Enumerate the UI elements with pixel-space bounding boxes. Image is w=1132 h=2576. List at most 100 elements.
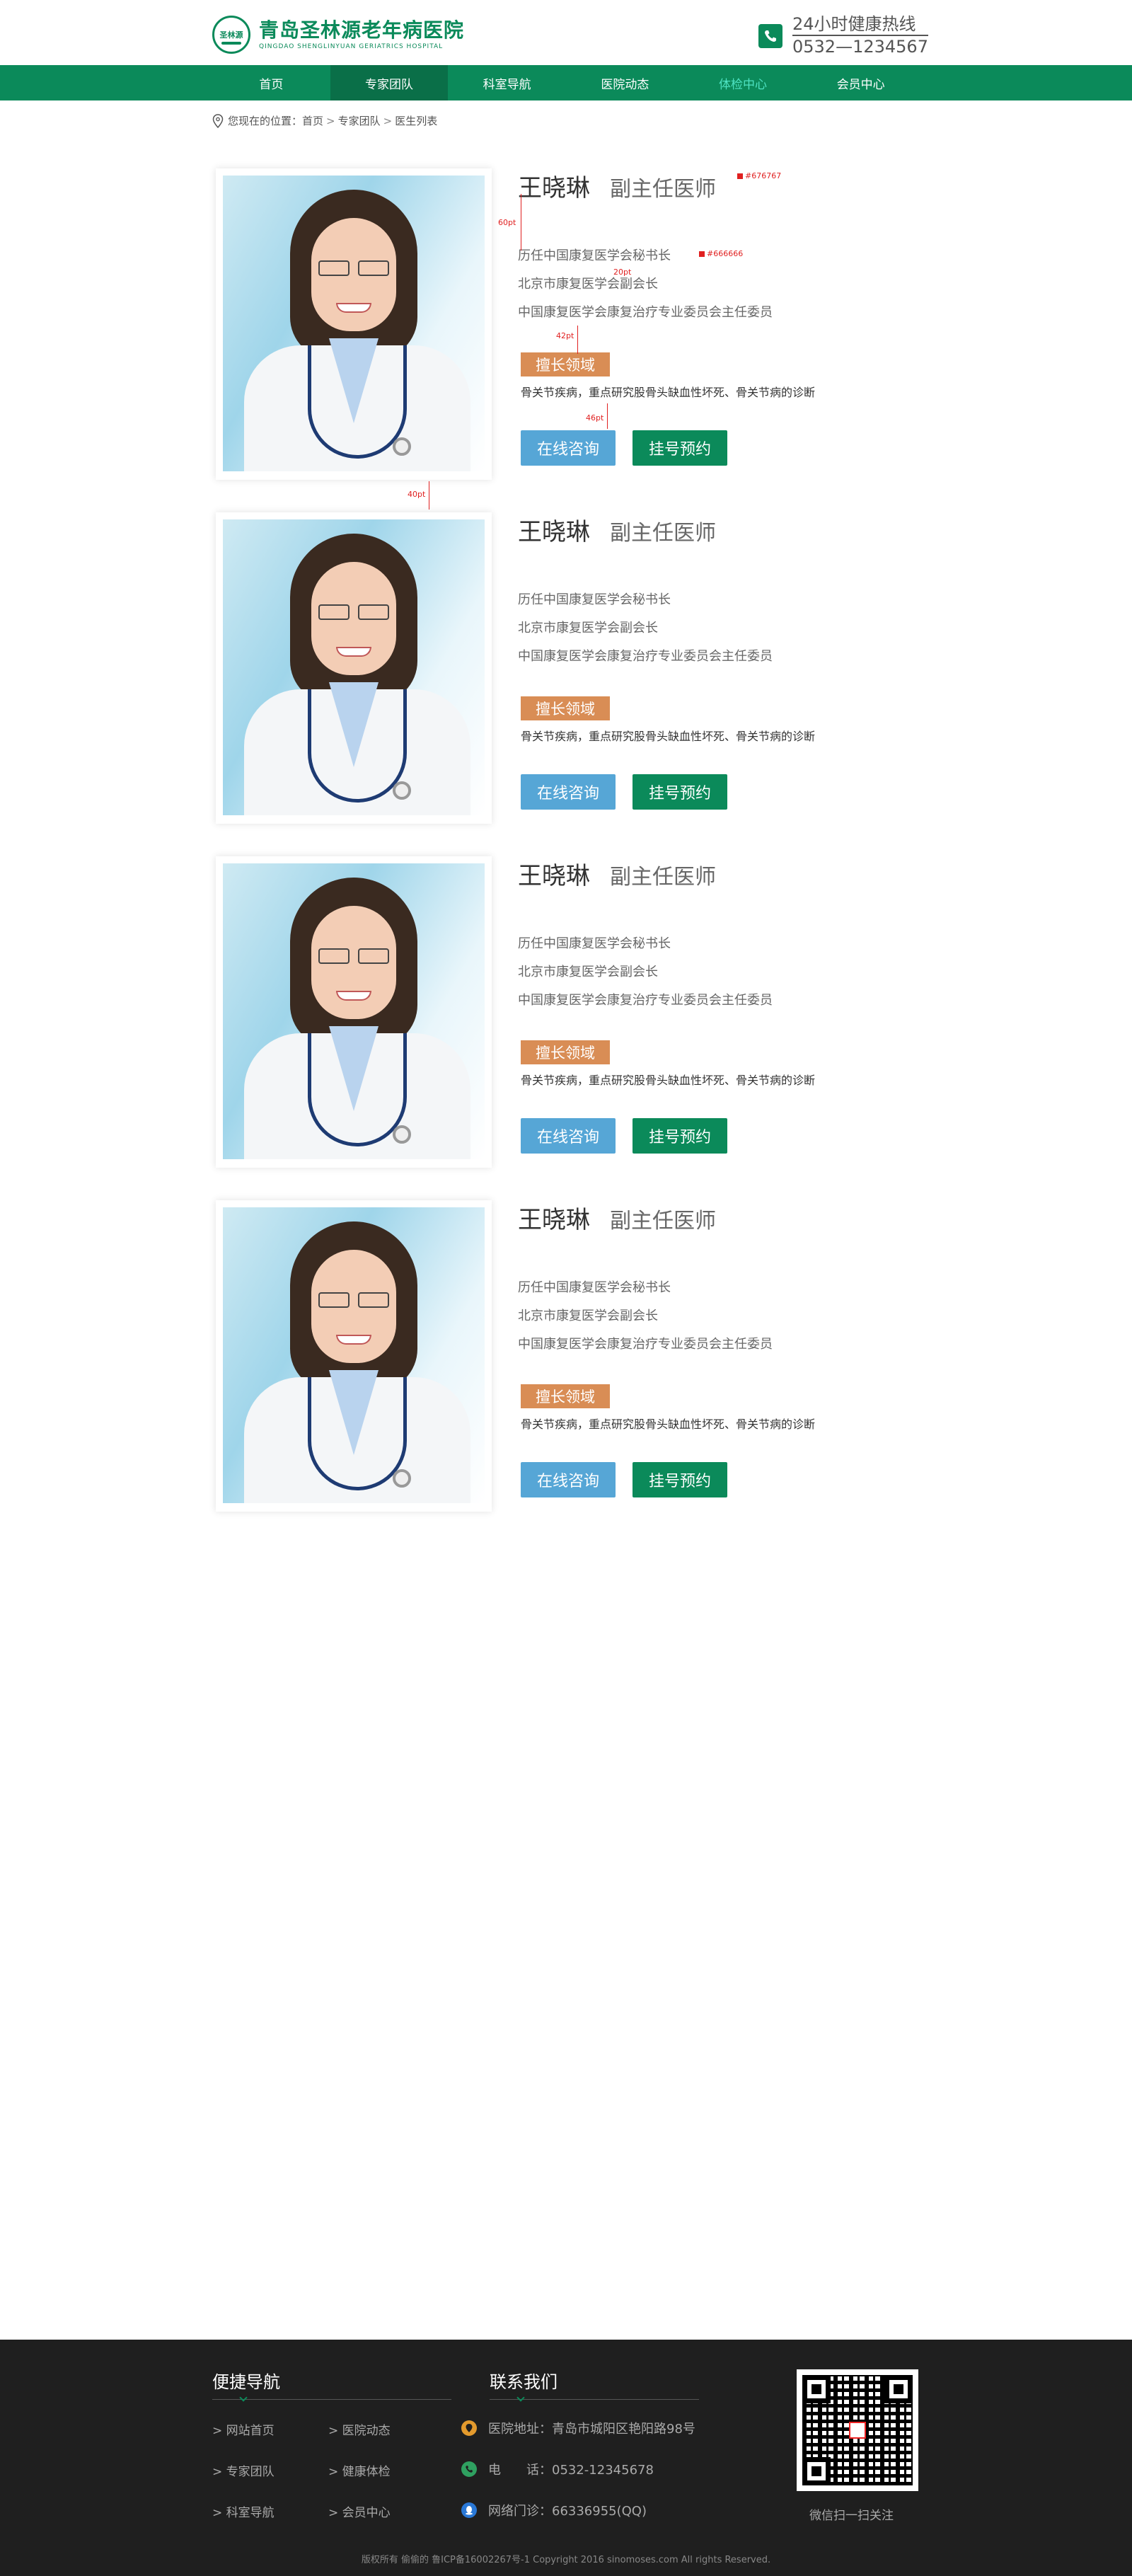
- specialty-tag: 擅长领域: [521, 352, 610, 376]
- book-appointment-button[interactable]: 挂号预约: [633, 774, 727, 810]
- nav-item-experts[interactable]: 专家团队: [330, 65, 449, 100]
- doctor-credential: 历任中国康复医学会秘书长: [518, 592, 671, 607]
- doctor-credential: 北京市康复医学会副会长: [518, 621, 658, 636]
- contact-phone: 电 话：0532-12345678: [461, 2460, 654, 2478]
- main-nav: 首页 专家团队 科室导航 医院动态 体检中心 会员中心: [0, 65, 1132, 100]
- footer-marker-icon: [239, 2393, 248, 2402]
- spec-annotation-color: #666666: [699, 249, 743, 258]
- nav-item-home[interactable]: 首页: [212, 65, 330, 100]
- hotline: 24小时健康热线 0532—1234567: [758, 14, 928, 57]
- specialty-text: 骨关节疾病，重点研究股骨头缺血性坏死、骨关节病的诊断: [521, 386, 816, 399]
- book-appointment-button[interactable]: 挂号预约: [633, 430, 727, 466]
- footer-link-departments[interactable]: > 科室导航: [212, 2502, 275, 2520]
- doctor-credential: 中国康复医学会康复治疗专业委员会主任委员: [518, 305, 773, 320]
- doctor-name[interactable]: 王晓琳: [518, 856, 590, 891]
- doctor-card: 王晓琳 副主任医师 历任中国康复医学会秘书长 北京市康复医学会副会长 中国康复医…: [212, 1200, 920, 1512]
- spec-annotation-gap: 42pt: [556, 331, 574, 340]
- footer-link-experts[interactable]: > 专家团队: [212, 2461, 275, 2479]
- doctor-credential: 北京市康复医学会副会长: [518, 965, 658, 979]
- footer-marker-icon: [516, 2393, 525, 2402]
- doctor-title: 副主任医师: [610, 1209, 716, 1234]
- doctor-photo[interactable]: [216, 856, 492, 1168]
- contact-address: 医院地址：青岛市城阳区艳阳路98号: [461, 2419, 695, 2437]
- copyright-text: 版权所有 偷偷的 鲁ICP备16002267号-1 Copyright 2016…: [361, 2555, 771, 2565]
- breadcrumb-sep: >: [326, 114, 335, 127]
- doctor-photo[interactable]: [216, 512, 492, 824]
- doctor-title: 副主任医师: [610, 177, 716, 202]
- doctor-card: 王晓琳 副主任医师 历任中国康复医学会秘书长 北京市康复医学会副会长 中国康复医…: [212, 856, 920, 1168]
- spec-annotation-gap: 60pt: [498, 218, 516, 227]
- doctor-credential: 北京市康复医学会副会长: [518, 277, 658, 292]
- spec-annotation-gap: 46pt: [586, 413, 604, 422]
- footer-link-checkup[interactable]: > 健康体检: [328, 2461, 391, 2479]
- wechat-qr-code: [797, 2369, 918, 2491]
- doctor-credential: 历任中国康复医学会秘书长: [518, 936, 671, 951]
- logo-emblem-icon: 圣林源: [212, 16, 250, 54]
- location-pin-icon: [212, 113, 224, 128]
- breadcrumb-experts[interactable]: 专家团队: [338, 113, 381, 128]
- footer-link-members[interactable]: > 会员中心: [328, 2502, 391, 2520]
- location-icon: [461, 2420, 477, 2436]
- contact-qq: 网络门诊：66336955(QQ): [461, 2501, 647, 2519]
- hospital-logo[interactable]: 圣林源 青岛圣林源老年病医院 QINGDAO SHENGLINYUAN GERI…: [212, 16, 464, 54]
- breadcrumb-current: 医生列表: [395, 115, 438, 127]
- footer-link-news[interactable]: > 医院动态: [328, 2420, 391, 2438]
- site-header: 圣林源 青岛圣林源老年病医院 QINGDAO SHENGLINYUAN GERI…: [0, 0, 1132, 65]
- consult-online-button[interactable]: 在线咨询: [521, 1462, 616, 1497]
- doctor-title: 副主任医师: [610, 521, 716, 546]
- breadcrumb-sep: >: [383, 114, 393, 127]
- consult-online-button[interactable]: 在线咨询: [521, 1118, 616, 1154]
- doctor-name[interactable]: 王晓琳: [518, 168, 590, 203]
- phone-icon: [461, 2461, 477, 2477]
- spec-annotation-gap: 40pt: [408, 490, 426, 499]
- doctor-credential: 中国康复医学会康复治疗专业委员会主任委员: [518, 649, 773, 664]
- contact-qq-text: 网络门诊：66336955(QQ): [488, 2504, 647, 2519]
- doctor-photo[interactable]: [216, 168, 492, 480]
- consult-online-button[interactable]: 在线咨询: [521, 774, 616, 810]
- footer-link-home[interactable]: > 网站首页: [212, 2420, 275, 2438]
- footer-contact-title: 联系我们: [490, 2372, 558, 2392]
- breadcrumb-prefix: 您现在的位置：: [228, 115, 303, 127]
- doctor-card: 王晓琳 副主任医师 历任中国康复医学会秘书长 北京市康复医学会副会长 中国康复医…: [212, 168, 920, 510]
- breadcrumb-home[interactable]: 首页: [302, 113, 323, 128]
- spec-line: [607, 403, 608, 429]
- hospital-name-en: QINGDAO SHENGLINYUAN GERIATRICS HOSPITAL: [259, 43, 444, 50]
- nav-item-departments[interactable]: 科室导航: [448, 65, 566, 100]
- breadcrumb: 您现在的位置： 首页 > 专家团队 > 医生列表: [212, 113, 437, 128]
- book-appointment-button[interactable]: 挂号预约: [633, 1118, 727, 1154]
- spec-annotation-gap: 20pt: [613, 268, 632, 277]
- specialty-tag: 擅长领域: [521, 696, 610, 720]
- specialty-text: 骨关节疾病，重点研究股骨头缺血性坏死、骨关节病的诊断: [521, 1418, 816, 1431]
- doctor-credential: 历任中国康复医学会秘书长: [518, 1280, 671, 1295]
- phone-icon: [758, 23, 782, 48]
- hotline-label: 24小时健康热线: [792, 14, 928, 36]
- specialty-text: 骨关节疾病，重点研究股骨头缺血性坏死、骨关节病的诊断: [521, 1074, 816, 1087]
- footer-nav-title: 便捷导航: [212, 2372, 280, 2392]
- contact-address-text: 医院地址：青岛市城阳区艳阳路98号: [488, 2422, 695, 2437]
- contact-phone-text: 电 话：0532-12345678: [488, 2463, 654, 2478]
- qr-caption: 微信扫一扫关注: [809, 2509, 894, 2523]
- footer-divider: [212, 2399, 451, 2400]
- doctor-credential: 中国康复医学会康复治疗专业委员会主任委员: [518, 1337, 773, 1352]
- qq-icon: [461, 2502, 477, 2518]
- doctor-credential: 中国康复医学会康复治疗专业委员会主任委员: [518, 993, 773, 1008]
- nav-item-checkup[interactable]: 体检中心: [684, 65, 802, 100]
- specialty-tag: 擅长领域: [521, 1040, 610, 1064]
- doctor-card: 王晓琳 副主任医师 历任中国康复医学会秘书长 北京市康复医学会副会长 中国康复医…: [212, 512, 920, 824]
- doctor-name[interactable]: 王晓琳: [518, 1200, 590, 1235]
- consult-online-button[interactable]: 在线咨询: [521, 430, 616, 466]
- spec-annotation-color: #676767: [737, 171, 781, 180]
- hotline-number: 0532—1234567: [792, 37, 928, 57]
- hospital-name: 青岛圣林源老年病医院: [259, 18, 465, 42]
- doctor-credential: 北京市康复医学会副会长: [518, 1309, 658, 1323]
- doctor-photo[interactable]: [216, 1200, 492, 1512]
- logo-emblem-text: 圣林源: [219, 30, 243, 40]
- nav-item-news[interactable]: 医院动态: [566, 65, 684, 100]
- spec-line: [577, 326, 578, 354]
- specialty-tag: 擅长领域: [521, 1384, 610, 1408]
- book-appointment-button[interactable]: 挂号预约: [633, 1462, 727, 1497]
- specialty-text: 骨关节疾病，重点研究股骨头缺血性坏死、骨关节病的诊断: [521, 730, 816, 743]
- doctor-name[interactable]: 王晓琳: [518, 512, 590, 547]
- doctor-title: 副主任医师: [610, 865, 716, 890]
- nav-item-members[interactable]: 会员中心: [802, 65, 920, 100]
